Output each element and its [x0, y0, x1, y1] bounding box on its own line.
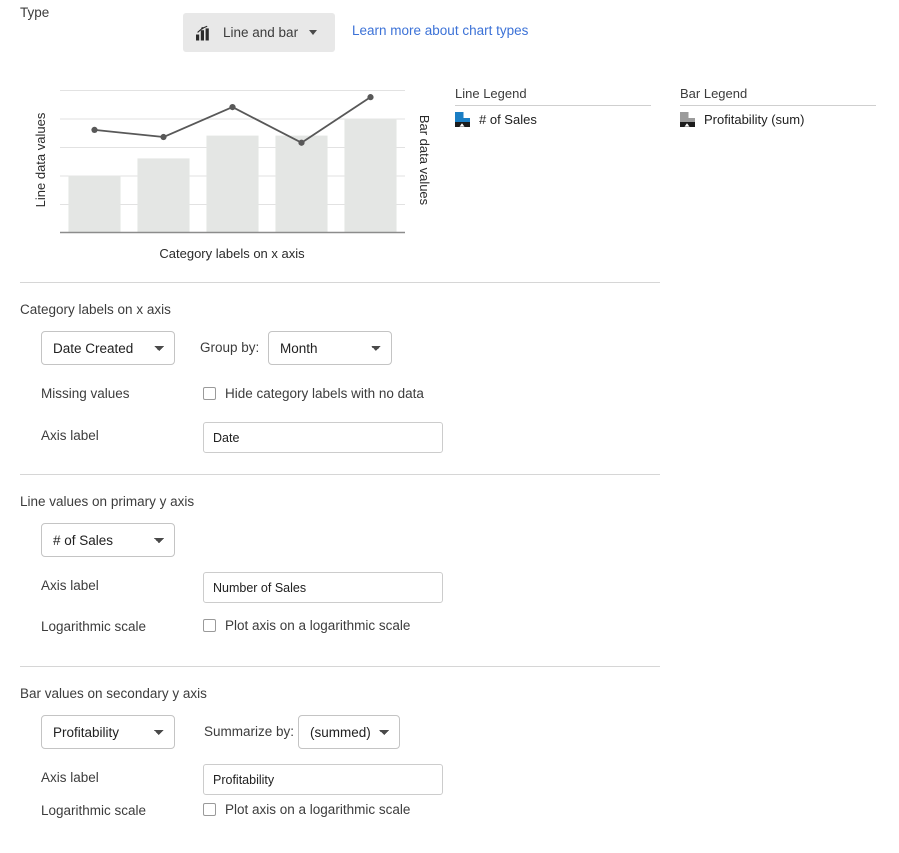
bar-axis-label-input[interactable]: [203, 764, 443, 795]
bar-legend: Bar Legend Profitability (sum): [680, 86, 876, 127]
legend-item[interactable]: Profitability (sum): [680, 112, 876, 127]
chart-x-axis-label: Category labels on x axis: [159, 246, 305, 261]
missing-values-label: Missing values: [41, 386, 130, 401]
category-axis-label-input[interactable]: [203, 422, 443, 453]
chart-type-button-label: Line and bar: [223, 25, 299, 40]
category-field-select[interactable]: Date Created Date Modified Region Produc…: [41, 331, 175, 365]
line-legend: Line Legend # of Sales: [455, 86, 651, 127]
chart-type-button[interactable]: Line and bar: [183, 13, 335, 52]
learn-more-link[interactable]: Learn more about chart types: [352, 23, 528, 38]
line-field-select[interactable]: # of Sales Revenue Profitability Units: [41, 523, 175, 557]
chevron-down-icon: [309, 30, 318, 35]
bar-log-scale-checkbox[interactable]: [203, 803, 216, 816]
section-divider: [20, 474, 660, 475]
legend-item-label: Profitability (sum): [704, 112, 805, 127]
hide-empty-categories-checkbox[interactable]: [203, 387, 216, 400]
line-values-section: Line values on primary y axis # of Sales…: [0, 494, 899, 654]
line-log-scale-checkbox[interactable]: [203, 619, 216, 632]
line-legend-title: Line Legend: [455, 86, 651, 106]
line-axis-label-label: Axis label: [41, 578, 99, 593]
group-by-select[interactable]: Day Week Month Quarter Year: [268, 331, 392, 365]
chart-preview-svg: Line data values Bar data values Categor…: [33, 90, 432, 261]
bar-values-section: Bar values on secondary y axis Profitabi…: [0, 686, 899, 846]
bar-log-scale-checkbox-label[interactable]: Plot axis on a logarithmic scale: [225, 802, 410, 817]
bar-section-title: Bar values on secondary y axis: [20, 686, 207, 701]
section-divider: [20, 666, 660, 667]
summarize-by-select[interactable]: (summed) (averaged) (counted) (min) (max…: [298, 715, 400, 749]
category-section-title: Category labels on x axis: [20, 302, 171, 317]
legend-item-label: # of Sales: [479, 112, 537, 127]
line-log-scale-label: Logarithmic scale: [41, 619, 147, 634]
type-label: Type: [20, 5, 50, 20]
line-log-scale-checkbox-label[interactable]: Plot axis on a logarithmic scale: [225, 618, 410, 633]
chart-y-right-label: Bar data values: [417, 115, 432, 206]
category-axis-label-label: Axis label: [41, 428, 99, 443]
chart-type-row: Type Line and bar Learn more about chart…: [0, 0, 899, 66]
line-axis-label-input[interactable]: [203, 572, 443, 603]
chart-bars: [68, 118, 397, 233]
image-icon: [455, 112, 470, 127]
summarize-by-label: Summarize by:: [204, 724, 295, 739]
bar-axis-label-label: Axis label: [41, 770, 99, 785]
bar-chart-icon: [196, 25, 209, 40]
chart-y-left-label: Line data values: [33, 112, 48, 207]
legend-item[interactable]: # of Sales: [455, 112, 651, 127]
line-section-title: Line values on primary y axis: [20, 494, 195, 509]
hide-empty-categories-label[interactable]: Hide category labels with no data: [225, 386, 424, 401]
category-axis-section: Category labels on x axis Date Created D…: [0, 302, 899, 462]
section-divider: [20, 282, 660, 283]
bar-legend-title: Bar Legend: [680, 86, 876, 106]
bar-log-scale-row[interactable]: Plot axis on a logarithmic scale: [203, 802, 410, 817]
image-icon: [680, 112, 695, 127]
bar-field-select[interactable]: Profitability Revenue # of Sales Units: [41, 715, 175, 749]
hide-empty-categories-row[interactable]: Hide category labels with no data: [203, 386, 424, 401]
line-log-scale-row[interactable]: Plot axis on a logarithmic scale: [203, 618, 410, 633]
bar-log-scale-label: Logarithmic scale: [41, 803, 147, 818]
group-by-label: Group by:: [200, 340, 260, 355]
chart-preview: Line data values Bar data values Categor…: [20, 82, 440, 267]
